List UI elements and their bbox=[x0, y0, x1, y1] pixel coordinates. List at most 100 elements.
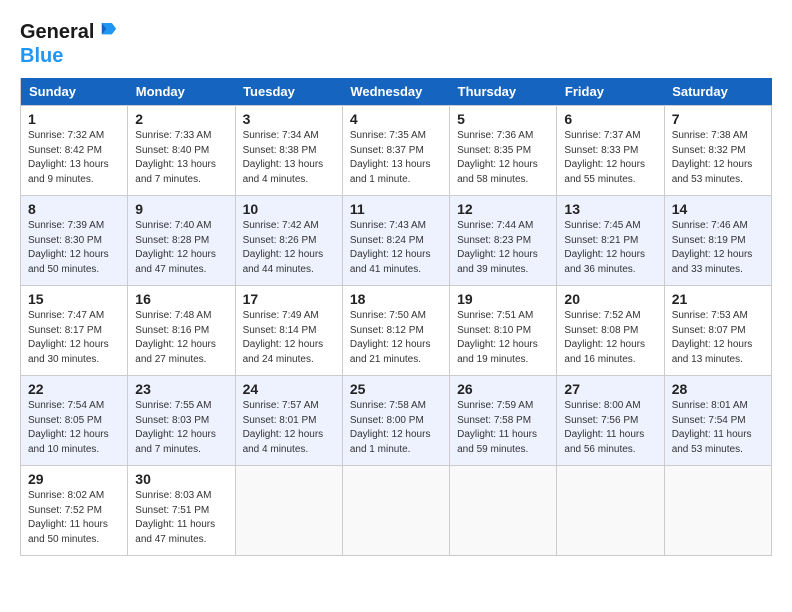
calendar-cell: 30 Sunrise: 8:03 AMSunset: 7:51 PMDayligh… bbox=[128, 466, 235, 556]
day-number: 24 bbox=[243, 381, 335, 397]
calendar-cell: 24 Sunrise: 7:57 AMSunset: 8:01 PMDayligh… bbox=[235, 376, 342, 466]
calendar-cell: 17 Sunrise: 7:49 AMSunset: 8:14 PMDayligh… bbox=[235, 286, 342, 376]
day-info: Sunrise: 7:45 AMSunset: 8:21 PMDaylight:… bbox=[564, 219, 656, 277]
logo-blue: Blue bbox=[20, 44, 117, 68]
day-info: Sunrise: 7:42 AMSunset: 8:26 PMDaylight:… bbox=[243, 219, 335, 277]
day-number: 19 bbox=[457, 291, 549, 307]
day-info: Sunrise: 7:38 AMSunset: 8:32 PMDaylight:… bbox=[672, 129, 764, 187]
day-info: Sunrise: 7:37 AMSunset: 8:33 PMDaylight:… bbox=[564, 129, 656, 187]
day-number: 2 bbox=[135, 111, 227, 127]
day-number: 21 bbox=[672, 291, 764, 307]
day-info: Sunrise: 8:02 AMSunset: 7:52 PMDaylight:… bbox=[28, 489, 120, 547]
page-header: General Blue bbox=[20, 20, 772, 68]
day-info: Sunrise: 7:36 AMSunset: 8:35 PMDaylight:… bbox=[457, 129, 549, 187]
col-header-tuesday: Tuesday bbox=[235, 78, 342, 106]
calendar-cell bbox=[450, 466, 557, 556]
day-number: 27 bbox=[564, 381, 656, 397]
day-number: 5 bbox=[457, 111, 549, 127]
calendar-row-3: 15Sunrise: 7:47 AMSunset: 8:17 PMDayligh… bbox=[21, 286, 772, 376]
calendar-row-4: 22 Sunrise: 7:54 AMSunset: 8:05 PMDayligh… bbox=[21, 376, 772, 466]
day-info: Sunrise: 7:47 AMSunset: 8:17 PMDaylight:… bbox=[28, 309, 120, 367]
day-number: 3 bbox=[243, 111, 335, 127]
calendar-cell: 29 Sunrise: 8:02 AMSunset: 7:52 PMDayligh… bbox=[21, 466, 128, 556]
day-info: Sunrise: 7:39 AMSunset: 8:30 PMDaylight:… bbox=[28, 219, 120, 277]
day-number: 13 bbox=[564, 201, 656, 217]
day-info: Sunrise: 7:34 AMSunset: 8:38 PMDaylight:… bbox=[243, 129, 335, 187]
day-number: 1 bbox=[28, 111, 120, 127]
calendar-cell: 7 Sunrise: 7:38 AMSunset: 8:32 PMDaylight… bbox=[664, 106, 771, 196]
day-number: 23 bbox=[135, 381, 227, 397]
calendar-cell: 12 Sunrise: 7:44 AMSunset: 8:23 PMDayligh… bbox=[450, 196, 557, 286]
col-header-friday: Friday bbox=[557, 78, 664, 106]
day-info: Sunrise: 7:49 AMSunset: 8:14 PMDaylight:… bbox=[243, 309, 335, 367]
calendar-cell bbox=[342, 466, 449, 556]
calendar-cell: 13 Sunrise: 7:45 AMSunset: 8:21 PMDayligh… bbox=[557, 196, 664, 286]
day-info: Sunrise: 7:55 AMSunset: 8:03 PMDaylight:… bbox=[135, 399, 227, 457]
calendar-cell: 10Sunrise: 7:42 AMSunset: 8:26 PMDayligh… bbox=[235, 196, 342, 286]
calendar-cell: 14 Sunrise: 7:46 AMSunset: 8:19 PMDayligh… bbox=[664, 196, 771, 286]
logo: General Blue bbox=[20, 20, 117, 68]
day-info: Sunrise: 7:33 AMSunset: 8:40 PMDaylight:… bbox=[135, 129, 227, 187]
calendar-cell: 28Sunrise: 8:01 AMSunset: 7:54 PMDayligh… bbox=[664, 376, 771, 466]
calendar-cell: 20Sunrise: 7:52 AMSunset: 8:08 PMDayligh… bbox=[557, 286, 664, 376]
day-info: Sunrise: 7:32 AMSunset: 8:42 PMDaylight:… bbox=[28, 129, 120, 187]
day-info: Sunrise: 7:35 AMSunset: 8:37 PMDaylight:… bbox=[350, 129, 442, 187]
col-header-wednesday: Wednesday bbox=[342, 78, 449, 106]
calendar-cell: 19 Sunrise: 7:51 AMSunset: 8:10 PMDayligh… bbox=[450, 286, 557, 376]
day-number: 20 bbox=[564, 291, 656, 307]
day-number: 29 bbox=[28, 471, 120, 487]
day-info: Sunrise: 7:50 AMSunset: 8:12 PMDaylight:… bbox=[350, 309, 442, 367]
day-info: Sunrise: 8:01 AMSunset: 7:54 PMDaylight:… bbox=[672, 399, 764, 457]
day-info: Sunrise: 7:44 AMSunset: 8:23 PMDaylight:… bbox=[457, 219, 549, 277]
calendar-cell: 15Sunrise: 7:47 AMSunset: 8:17 PMDayligh… bbox=[21, 286, 128, 376]
calendar-cell: 9Sunrise: 7:40 AMSunset: 8:28 PMDaylight… bbox=[128, 196, 235, 286]
calendar-cell: 21 Sunrise: 7:53 AMSunset: 8:07 PMDayligh… bbox=[664, 286, 771, 376]
col-header-saturday: Saturday bbox=[664, 78, 771, 106]
day-number: 7 bbox=[672, 111, 764, 127]
calendar-cell: 25Sunrise: 7:58 AMSunset: 8:00 PMDayligh… bbox=[342, 376, 449, 466]
day-info: Sunrise: 7:40 AMSunset: 8:28 PMDaylight:… bbox=[135, 219, 227, 277]
day-number: 8 bbox=[28, 201, 120, 217]
calendar-cell: 23 Sunrise: 7:55 AMSunset: 8:03 PMDayligh… bbox=[128, 376, 235, 466]
day-info: Sunrise: 7:43 AMSunset: 8:24 PMDaylight:… bbox=[350, 219, 442, 277]
day-info: Sunrise: 7:48 AMSunset: 8:16 PMDaylight:… bbox=[135, 309, 227, 367]
day-number: 17 bbox=[243, 291, 335, 307]
calendar-cell: 27 Sunrise: 8:00 AMSunset: 7:56 PMDayligh… bbox=[557, 376, 664, 466]
col-header-thursday: Thursday bbox=[450, 78, 557, 106]
calendar-cell: 11Sunrise: 7:43 AMSunset: 8:24 PMDayligh… bbox=[342, 196, 449, 286]
calendar-row-1: 1 Sunrise: 7:32 AMSunset: 8:42 PMDaylight… bbox=[21, 106, 772, 196]
calendar-cell: 16Sunrise: 7:48 AMSunset: 8:16 PMDayligh… bbox=[128, 286, 235, 376]
calendar-cell: 5 Sunrise: 7:36 AMSunset: 8:35 PMDaylight… bbox=[450, 106, 557, 196]
day-info: Sunrise: 8:03 AMSunset: 7:51 PMDaylight:… bbox=[135, 489, 227, 547]
calendar-cell bbox=[557, 466, 664, 556]
logo-icon bbox=[101, 23, 117, 43]
day-number: 30 bbox=[135, 471, 227, 487]
calendar-cell bbox=[664, 466, 771, 556]
col-header-monday: Monday bbox=[128, 78, 235, 106]
calendar-body: 1 Sunrise: 7:32 AMSunset: 8:42 PMDaylight… bbox=[21, 106, 772, 556]
day-info: Sunrise: 7:51 AMSunset: 8:10 PMDaylight:… bbox=[457, 309, 549, 367]
day-number: 4 bbox=[350, 111, 442, 127]
calendar-cell: 22 Sunrise: 7:54 AMSunset: 8:05 PMDayligh… bbox=[21, 376, 128, 466]
day-number: 14 bbox=[672, 201, 764, 217]
day-number: 18 bbox=[350, 291, 442, 307]
day-info: Sunrise: 8:00 AMSunset: 7:56 PMDaylight:… bbox=[564, 399, 656, 457]
calendar-header-row: SundayMondayTuesdayWednesdayThursdayFrid… bbox=[21, 78, 772, 106]
calendar-cell bbox=[235, 466, 342, 556]
calendar-cell: 1 Sunrise: 7:32 AMSunset: 8:42 PMDaylight… bbox=[21, 106, 128, 196]
day-number: 22 bbox=[28, 381, 120, 397]
day-number: 26 bbox=[457, 381, 549, 397]
calendar-cell: 8 Sunrise: 7:39 AMSunset: 8:30 PMDaylight… bbox=[21, 196, 128, 286]
logo-text: General Blue bbox=[20, 20, 117, 68]
day-number: 12 bbox=[457, 201, 549, 217]
calendar-row-5: 29 Sunrise: 8:02 AMSunset: 7:52 PMDayligh… bbox=[21, 466, 772, 556]
calendar-table: SundayMondayTuesdayWednesdayThursdayFrid… bbox=[20, 78, 772, 556]
day-info: Sunrise: 7:54 AMSunset: 8:05 PMDaylight:… bbox=[28, 399, 120, 457]
day-info: Sunrise: 7:57 AMSunset: 8:01 PMDaylight:… bbox=[243, 399, 335, 457]
day-info: Sunrise: 7:46 AMSunset: 8:19 PMDaylight:… bbox=[672, 219, 764, 277]
day-info: Sunrise: 7:53 AMSunset: 8:07 PMDaylight:… bbox=[672, 309, 764, 367]
calendar-cell: 26Sunrise: 7:59 AMSunset: 7:58 PMDayligh… bbox=[450, 376, 557, 466]
calendar-cell: 2 Sunrise: 7:33 AMSunset: 8:40 PMDaylight… bbox=[128, 106, 235, 196]
day-number: 25 bbox=[350, 381, 442, 397]
calendar-cell: 3 Sunrise: 7:34 AMSunset: 8:38 PMDaylight… bbox=[235, 106, 342, 196]
